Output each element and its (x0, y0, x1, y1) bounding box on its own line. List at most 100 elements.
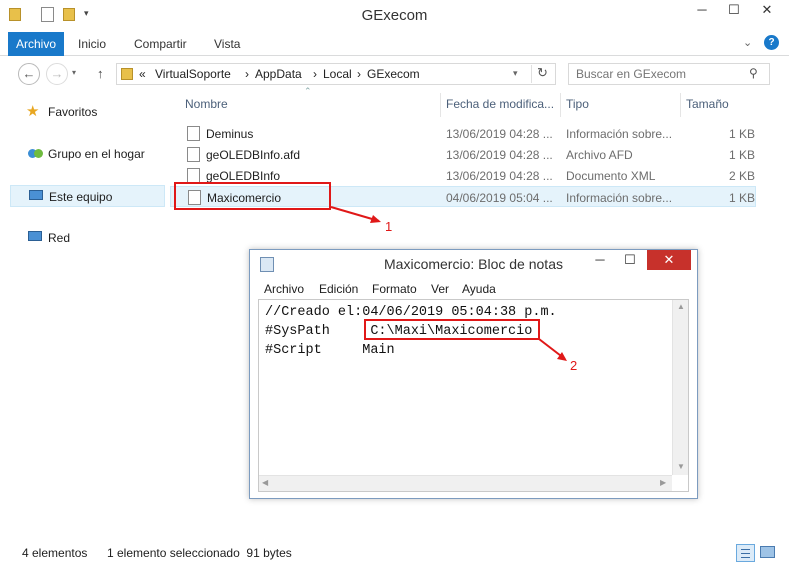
scroll-right-icon[interactable]: ▶ (660, 478, 666, 487)
file-date: 04/06/2019 05:04 ... (446, 191, 553, 205)
maximize-button[interactable]: ☐ (720, 0, 748, 22)
annotation-box-1 (174, 182, 331, 210)
notepad-close-button[interactable]: ✕ (647, 250, 691, 270)
ribbon-tabs: Archivo Inicio Compartir Vista ⌄ ? (0, 32, 789, 56)
menu-archivo[interactable]: Archivo (264, 282, 304, 296)
large-icons-view-icon[interactable] (760, 546, 775, 558)
vertical-scrollbar[interactable]: ▲ ▼ (672, 300, 688, 475)
network-icon (28, 231, 42, 241)
refresh-icon[interactable]: ↻ (531, 65, 553, 83)
file-size: 1 KB (729, 148, 756, 162)
tab-archivo[interactable]: Archivo (8, 32, 65, 56)
search-icon[interactable]: ⚲ (749, 66, 758, 80)
details-view-icon[interactable] (736, 544, 755, 562)
sort-ascending-icon: ⌃ (304, 86, 312, 96)
annotation-arrow-1 (330, 206, 381, 223)
address-bar[interactable]: « VirtualSoporte › AppData › Local › GEx… (116, 63, 556, 85)
notepad-title-bar: Maxicomercio: Bloc de notas ─ ☐ ✕ (250, 250, 697, 278)
address-dropdown-icon[interactable]: ▾ (513, 68, 518, 79)
file-date: 13/06/2019 04:28 ... (446, 169, 553, 183)
nav-item-grupo-hogar[interactable]: Grupo en el hogar (10, 143, 165, 165)
file-type: Archivo AFD (566, 148, 633, 162)
help-icon[interactable]: ? (764, 35, 779, 50)
breadcrumb-separator: › (357, 67, 361, 81)
column-divider[interactable] (440, 93, 441, 117)
status-item-count: 4 elementos (22, 546, 88, 560)
window-title: GExecom (361, 7, 428, 24)
nav-item-label: Este equipo (49, 190, 113, 204)
tab-compartir[interactable]: Compartir (126, 32, 195, 56)
search-box[interactable]: ⚲ (568, 63, 770, 85)
breadcrumb-gexecom[interactable]: GExecom (367, 67, 420, 81)
annotation-label-2: 2 (570, 358, 578, 373)
up-button[interactable]: ↑ (97, 66, 104, 81)
annotation-box-2 (364, 319, 540, 340)
status-selection: 1 elemento seleccionado 91 bytes (107, 546, 292, 560)
nav-item-este-equipo[interactable]: Este equipo (10, 185, 165, 207)
horizontal-scrollbar[interactable]: ◀ ▶ (259, 475, 672, 491)
file-row-deminus[interactable]: Deminus 13/06/2019 04:28 ... Información… (170, 123, 756, 144)
expand-ribbon-icon[interactable]: ⌄ (743, 36, 752, 49)
search-input[interactable] (576, 67, 746, 81)
column-header-type[interactable]: Tipo (566, 97, 589, 115)
breadcrumb-local[interactable]: Local (323, 67, 352, 81)
file-size: 2 KB (729, 169, 756, 183)
notepad-window[interactable]: Maxicomercio: Bloc de notas ─ ☐ ✕ Archiv… (249, 249, 698, 499)
folder-icon (121, 68, 133, 80)
column-header-name[interactable]: Nombre (185, 97, 228, 115)
annotation-arrow-2 (538, 338, 567, 361)
nav-item-label: Red (48, 231, 71, 245)
text-line: //Creado el:04/06/2019 05:04:38 p.m. (265, 305, 557, 320)
notepad-maximize-button[interactable]: ☐ (616, 250, 644, 270)
menu-edicion[interactable]: Edición (319, 282, 358, 296)
close-button[interactable]: ✕ (753, 0, 781, 22)
scroll-down-icon[interactable]: ▼ (677, 462, 685, 471)
file-type: Información sobre... (566, 127, 673, 141)
computer-icon (29, 190, 43, 200)
notepad-minimize-button[interactable]: ─ (586, 250, 614, 270)
breadcrumb-separator: › (313, 67, 317, 81)
scroll-up-icon[interactable]: ▲ (677, 302, 685, 311)
annotation-label-1: 1 (385, 219, 393, 234)
scroll-left-icon[interactable]: ◀ (262, 478, 268, 487)
xml-file-icon (187, 168, 200, 183)
file-size: 1 KB (729, 127, 756, 141)
column-divider[interactable] (560, 93, 561, 117)
star-icon: ★ (26, 103, 40, 120)
nav-item-red[interactable]: Red (10, 227, 165, 249)
breadcrumb-overflow[interactable]: « (139, 67, 146, 81)
file-row-geoledbinfo-afd[interactable]: geOLEDBInfo.afd 13/06/2019 04:28 ... Arc… (170, 144, 756, 165)
tab-inicio[interactable]: Inicio (70, 32, 114, 56)
forward-button[interactable]: → (46, 63, 68, 85)
column-divider[interactable] (680, 93, 681, 117)
text-line: #Script Main (265, 343, 395, 358)
menu-ayuda[interactable]: Ayuda (462, 282, 496, 296)
file-date: 13/06/2019 04:28 ... (446, 127, 553, 141)
file-name: Deminus (206, 127, 254, 141)
nav-item-label: Grupo en el hogar (48, 147, 145, 161)
file-name: geOLEDBInfo.afd (206, 148, 301, 162)
file-type: Información sobre... (566, 191, 673, 205)
column-header-size[interactable]: Tamaño (686, 97, 729, 115)
column-header-date[interactable]: Fecha de modifica... (446, 97, 554, 115)
file-date: 13/06/2019 04:28 ... (446, 148, 553, 162)
nav-item-label: Favoritos (48, 105, 98, 119)
title-bar: ▾ GExecom ─ ☐ ✕ (0, 0, 789, 32)
breadcrumb-appdata[interactable]: AppData (255, 67, 302, 81)
config-file-icon (187, 126, 200, 141)
tab-vista[interactable]: Vista (206, 32, 248, 56)
minimize-button[interactable]: ─ (688, 0, 716, 22)
file-type: Documento XML (566, 169, 656, 183)
blank-file-icon (187, 147, 200, 162)
menu-ver[interactable]: Ver (431, 282, 449, 296)
recent-locations-icon[interactable]: ▾ (72, 68, 76, 77)
navigation-bar: ← → ▾ ↑ « VirtualSoporte › AppData › Loc… (0, 57, 789, 91)
breadcrumb-virtualsoporte[interactable]: VirtualSoporte (155, 67, 231, 81)
nav-item-favoritos[interactable]: ★ Favoritos (10, 101, 165, 123)
file-size: 1 KB (729, 191, 756, 205)
file-name: geOLEDBInfo (206, 169, 281, 183)
breadcrumb-separator: › (245, 67, 249, 81)
back-button[interactable]: ← (18, 63, 40, 85)
homegroup-icon-secondary (34, 149, 43, 158)
menu-formato[interactable]: Formato (372, 282, 417, 296)
